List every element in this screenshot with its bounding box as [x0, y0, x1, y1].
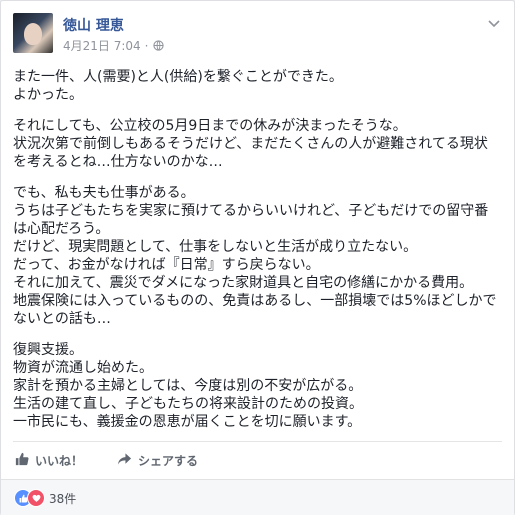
- text-line: 状況次第で前倒しもあるそうだけど、まだたくさんの人が避難されてる現状: [13, 136, 488, 152]
- post-actions: いいね！ シェアする: [13, 441, 502, 480]
- meta-separator: ·: [144, 39, 149, 53]
- post-header: 徳山 理恵 4月21日 7:04 ·: [13, 13, 503, 57]
- paragraph: 復興支援。 物資が流通し始めた。 家計を預かる主婦としては、今度は別の不安が広が…: [13, 341, 503, 431]
- paragraph: また一件、人(需要)と人(供給)を繋ぐことができた。 よかった。: [13, 68, 503, 104]
- post-meta: 4月21日 7:04 ·: [63, 37, 164, 54]
- text-line: よかった。: [13, 87, 83, 103]
- reaction-count[interactable]: 38件: [49, 490, 76, 507]
- share-button[interactable]: シェアする: [117, 452, 198, 469]
- text-line: うちは子どもたちを実家に預けてるからいいけれど、子どもだけでの留守番: [13, 203, 489, 219]
- chevron-down-icon[interactable]: [487, 15, 501, 29]
- reactions-bar: 38件: [1, 479, 514, 515]
- paragraph: でも、私も夫も仕事がある。 うちは子どもたちを実家に預けてるからいいけれど、子ど…: [13, 184, 503, 328]
- share-icon: [117, 452, 138, 469]
- text-line: それに加えて、震災でダメになった家財道具と自宅の修繕にかかる費用。: [13, 275, 474, 291]
- like-button[interactable]: いいね！: [15, 452, 83, 469]
- heart-reaction-icon: [27, 489, 45, 507]
- text-line: でも、私も夫も仕事がある。: [13, 185, 195, 201]
- author-name[interactable]: 徳山 理恵: [63, 15, 124, 35]
- text-line: 復興支援。: [13, 342, 83, 358]
- text-line: 地震保険には入っているものの、免責はあるし、一部損壊では5%ほどしかで: [13, 293, 497, 309]
- globe-icon[interactable]: [152, 40, 164, 54]
- text-line: を考えるとね…仕方ないのかな…: [13, 154, 223, 170]
- text-line: だけど、現実問題として、仕事をしないと生活が成り立たない。: [13, 239, 418, 255]
- thumbs-up-icon: [15, 452, 35, 469]
- share-label: シェアする: [138, 454, 199, 468]
- avatar[interactable]: [13, 13, 53, 53]
- text-line: ないとの話も…: [13, 311, 111, 327]
- text-line: また一件、人(需要)と人(供給)を繋ぐことができた。: [13, 69, 343, 85]
- text-line: それにしても、公立校の5月9日までの休みが決まったそうな。: [13, 118, 407, 134]
- like-label: いいね！: [35, 454, 84, 468]
- post-body: また一件、人(需要)と人(供給)を繋ぐことができた。 よかった。 それにしても、…: [13, 68, 503, 444]
- text-line: だって、お金がなければ『日常』すら戻らない。: [13, 257, 320, 273]
- timestamp[interactable]: 4月21日 7:04: [63, 39, 141, 53]
- text-line: 物資が流通し始めた。: [13, 360, 153, 376]
- text-line: は心配だろう。: [13, 221, 110, 237]
- post-card: 徳山 理恵 4月21日 7:04 · また一件、人(需要)と人(供給)を繋ぐことが…: [0, 0, 515, 515]
- paragraph: それにしても、公立校の5月9日までの休みが決まったそうな。 状況次第で前倒しもあ…: [13, 117, 503, 171]
- text-line: 一市民にも、義援金の恩恵が届くことを切に願います。: [13, 414, 362, 430]
- text-line: 生活の建て直し、子どもたちの将来設計のための投資。: [13, 396, 363, 412]
- text-line: 家計を預かる主婦としては、今度は別の不安が広がる。: [13, 378, 363, 394]
